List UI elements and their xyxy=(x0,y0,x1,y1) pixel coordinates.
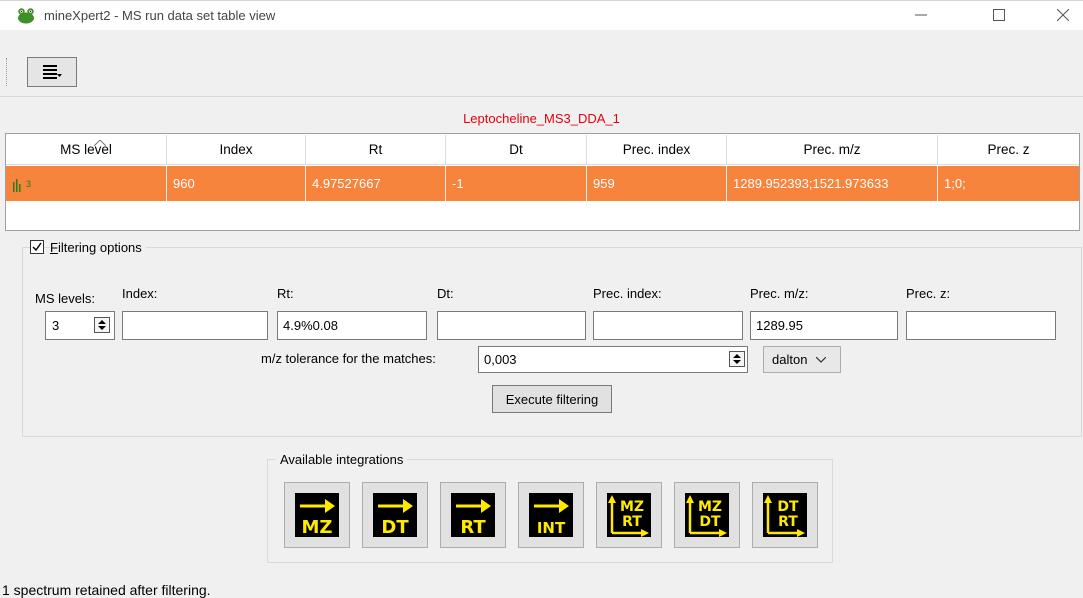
column-header-dt[interactable]: Dt xyxy=(446,135,587,165)
integrate-to-mz-rt-bottom-text: RT xyxy=(622,514,642,530)
prec-index-input[interactable] xyxy=(593,311,743,340)
ms-levels-label: MS levels: xyxy=(35,291,95,306)
main-menu-button[interactable] xyxy=(27,57,77,87)
integrate-to-int-text: INT xyxy=(537,519,566,537)
integrations-label: Available integrations xyxy=(276,452,408,467)
index-label: Index: xyxy=(122,286,158,301)
integrate-to-mz-dt-top-text: MZ xyxy=(698,499,722,515)
table-row-cell-ms-level[interactable]: 3 xyxy=(6,166,167,201)
table-row-cell-prec-z[interactable]: 1;0; xyxy=(938,166,1079,201)
column-header-prec-z[interactable]: Prec. z xyxy=(938,135,1079,165)
integrate-to-mz-icon: MZ xyxy=(295,493,339,537)
integrate-to-dt-icon: DT xyxy=(373,493,417,537)
table-row-cell-dt[interactable]: -1 xyxy=(446,166,587,201)
chevron-down-icon xyxy=(816,356,827,363)
prec-mz-label: Prec. m/z: xyxy=(750,286,809,301)
table-row-cell-prec-mz[interactable]: 1289.952393;1521.973633 xyxy=(727,166,938,201)
tolerance-unit-value: dalton xyxy=(772,352,808,367)
prec-z-input[interactable] xyxy=(906,311,1056,340)
integrate-to-mz-button[interactable]: MZ xyxy=(284,482,350,548)
filtering-options-label[interactable]: Filtering options xyxy=(50,240,146,255)
toolbar xyxy=(0,54,1083,94)
ms-level-superscript: 3 xyxy=(26,178,32,189)
minimize-button[interactable] xyxy=(898,2,944,28)
ms-levels-spin-button[interactable] xyxy=(94,317,110,333)
tolerance-unit-select[interactable]: dalton xyxy=(763,346,841,373)
index-input[interactable] xyxy=(122,311,268,340)
integrate-to-mz-dt-bottom-text: DT xyxy=(699,514,721,530)
ms-level-3-icon xyxy=(13,178,21,192)
integrate-to-dt-rt-top-text: DT xyxy=(777,499,799,515)
minimize-icon xyxy=(915,14,927,16)
dt-label: Dt: xyxy=(437,286,454,301)
checkmark-icon xyxy=(32,242,42,252)
dataset-title: Leptocheline_MS3_DDA_1 xyxy=(463,111,620,126)
filtering-options-checkbox[interactable] xyxy=(30,240,44,254)
table-row-cell-index[interactable]: 960 xyxy=(167,166,306,201)
column-header-prec-mz[interactable]: Prec. m/z xyxy=(727,135,938,165)
table-row-cell-rt[interactable]: 4.97527667 xyxy=(306,166,446,201)
ms-levels-value: 3 xyxy=(52,318,60,333)
spin-up-down-icon xyxy=(98,320,106,330)
ms-levels-stepper[interactable]: 3 xyxy=(45,311,115,340)
status-message: 1 spectrum retained after filtering. xyxy=(2,582,211,598)
prec-mz-input[interactable]: 1289.95 xyxy=(750,311,898,340)
hamburger-menu-icon xyxy=(43,65,62,79)
rt-input[interactable]: 4.9%0.08 xyxy=(277,311,427,340)
integrate-to-mz-rt-button[interactable]: MZ RT xyxy=(596,482,662,548)
integrate-to-dt-button[interactable]: DT xyxy=(362,482,428,548)
table-row-cell-prec-index[interactable]: 959 xyxy=(587,166,727,201)
mz-tolerance-stepper[interactable]: 0,003 xyxy=(478,346,748,373)
filtering-options-accel: F xyxy=(50,240,58,255)
mz-tolerance-value: 0,003 xyxy=(484,352,517,367)
integrate-to-rt-button[interactable]: RT xyxy=(440,482,506,548)
mz-tolerance-label: m/z tolerance for the matches: xyxy=(261,351,436,366)
prec-index-label: Prec. index: xyxy=(593,286,662,301)
maximize-button[interactable] xyxy=(976,2,1022,28)
integrate-to-int-button[interactable]: INT xyxy=(518,482,584,548)
close-button[interactable] xyxy=(1040,2,1083,28)
spin-up-down-icon xyxy=(733,354,741,364)
integrate-to-rt-text: RT xyxy=(460,517,486,537)
maximize-icon xyxy=(993,9,1005,21)
prec-z-label: Prec. z: xyxy=(906,286,951,301)
toolbar-divider xyxy=(0,96,1083,97)
integrate-to-mz-dt-button[interactable]: MZ DT xyxy=(674,482,740,548)
close-icon xyxy=(1057,9,1069,21)
app-frog-icon xyxy=(16,5,36,25)
column-header-rt[interactable]: Rt xyxy=(306,135,446,165)
column-header-ms-level[interactable]: MS level xyxy=(6,135,167,165)
integrate-to-mz-text: MZ xyxy=(302,517,333,537)
execute-filtering-button[interactable]: Execute filtering xyxy=(492,385,612,413)
column-header-prec-index[interactable]: Prec. index xyxy=(587,135,727,165)
mz-tolerance-spin-button[interactable] xyxy=(729,351,745,367)
integrate-to-dt-rt-bottom-text: RT xyxy=(778,514,798,530)
integrate-to-mz-rt-top-text: MZ xyxy=(620,499,644,515)
sort-ascending-icon xyxy=(93,134,107,147)
integrate-to-dt-text: DT xyxy=(381,517,409,537)
column-header-index[interactable]: Index xyxy=(167,135,306,165)
dt-input[interactable] xyxy=(437,311,586,340)
rt-label: Rt: xyxy=(277,286,294,301)
filtering-options-label-rest: iltering options xyxy=(57,240,142,255)
integrate-to-dt-rt-icon: DT RT xyxy=(763,493,807,537)
integrate-to-int-icon: INT xyxy=(529,493,573,537)
integrate-to-dt-rt-button[interactable]: DT RT xyxy=(752,482,818,548)
integrate-to-rt-icon: RT xyxy=(451,493,495,537)
toolbar-grip[interactable] xyxy=(6,58,10,86)
integrate-to-mz-dt-icon: MZ DT xyxy=(685,493,729,537)
integrate-to-mz-rt-icon: MZ RT xyxy=(607,493,651,537)
window-title: mineXpert2 - MS run data set table view xyxy=(44,8,276,23)
